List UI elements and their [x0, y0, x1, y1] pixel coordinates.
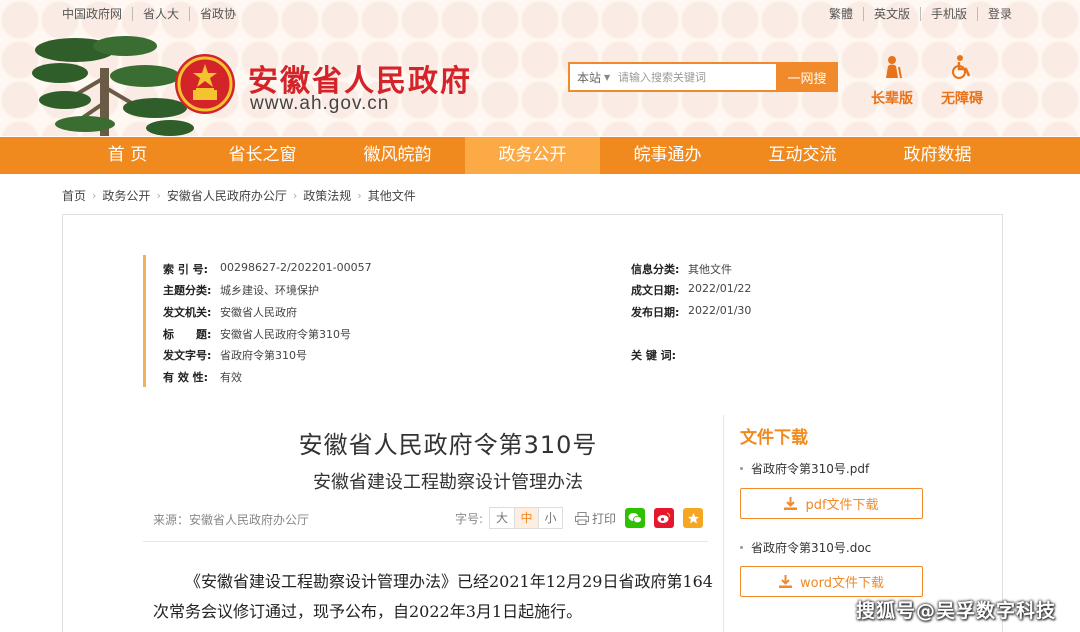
font-size-medium[interactable]: 中 — [514, 508, 539, 528]
search-box: 本站 ▼ 一网搜 — [568, 62, 838, 92]
chevron-right-icon: › — [292, 189, 298, 202]
meta-published-date: 发布日期: 2022/01/30 — [631, 304, 752, 319]
pdf-download-label: pdf文件下载 — [805, 498, 879, 513]
download-icon — [784, 497, 798, 510]
bullet-icon — [740, 546, 743, 549]
article-source: 来源：安徽省人民政府办公厅 — [153, 513, 310, 527]
font-size-switcher: 大 中 小 — [489, 507, 564, 529]
chevron-right-icon: › — [92, 189, 97, 202]
meta-validity: 有 效 性: 有效 — [163, 371, 242, 384]
accessibility-label: 无障碍 — [941, 91, 983, 107]
article-tools: 字号: 大 中 小 打印 — [455, 507, 704, 529]
top-links-right: 繁體 英文版 手机版 登录 — [819, 7, 1012, 21]
print-button[interactable]: 打印 — [575, 510, 616, 527]
chevron-right-icon: › — [357, 189, 362, 202]
top-link-traditional[interactable]: 繁體 — [819, 7, 863, 21]
search-scope-label: 本站 — [577, 70, 602, 85]
breadcrumb-policy[interactable]: 政策法规 — [303, 187, 351, 204]
nav-item-services[interactable]: 皖事通办 — [600, 137, 735, 174]
site-url: www.ah.gov.cn — [250, 93, 390, 114]
word-download-label: word文件下载 — [800, 576, 884, 591]
nav-item-governor[interactable]: 省长之窗 — [195, 137, 330, 174]
watermark: 搜狐号@吴孚数字科技 — [855, 600, 1056, 622]
content-panel: 索 引 号: 00298627-2/202201-00057 主题分类: 城乡建… — [62, 214, 1003, 632]
meta-doc-no: 发文字号: 省政府令第310号 — [163, 349, 307, 362]
national-emblem-icon — [175, 54, 235, 114]
download-file-pdf: 省政府令第310号.pdf — [740, 460, 869, 477]
meta-topic: 主题分类: 城乡建设、环境保护 — [163, 284, 319, 297]
nav-item-interaction[interactable]: 互动交流 — [735, 137, 870, 174]
meta-created-date: 成文日期: 2022/01/22 — [631, 282, 752, 297]
search-button[interactable]: 一网搜 — [776, 62, 838, 92]
star-glyph-icon — [687, 512, 699, 523]
accessibility-link[interactable]: 无障碍 — [932, 54, 992, 108]
elderly-mode-label: 长辈版 — [871, 91, 913, 107]
top-link-gov[interactable]: 中国政府网 — [62, 7, 132, 21]
search-input[interactable] — [618, 65, 768, 89]
meta-info-category: 信息分类: 其他文件 — [631, 263, 732, 276]
font-size-label: 字号: — [455, 511, 484, 526]
wechat-glyph-icon — [628, 513, 642, 524]
top-link-login[interactable]: 登录 — [976, 7, 1012, 21]
document-metadata: 索 引 号: 00298627-2/202201-00057 主题分类: 城乡建… — [143, 255, 903, 387]
top-link-english[interactable]: 英文版 — [862, 7, 920, 21]
top-link-npc[interactable]: 省人大 — [132, 7, 189, 21]
site-header: 中国政府网 省人大 省政协 繁體 英文版 手机版 登录 安徽省人民政府 www.… — [0, 0, 1080, 136]
meta-issuer: 发文机关: 安徽省人民政府 — [163, 306, 297, 319]
download-file-doc-name: 省政府令第310号.doc — [751, 541, 872, 555]
meta-title: 标 题: 安徽省人民政府令第310号 — [163, 328, 351, 341]
meta-keywords: 关 键 词: — [631, 349, 677, 362]
search-scope-select[interactable]: 本站 ▼ — [570, 69, 618, 86]
breadcrumb: 首页 › 政务公开 › 安徽省人民政府办公厅 › 政策法规 › 其他文件 — [62, 187, 416, 204]
font-size-small[interactable]: 小 — [538, 508, 562, 528]
article-title: 安徽省人民政府令第310号 — [298, 431, 598, 459]
word-download-button[interactable]: word文件下载 — [740, 566, 923, 597]
favorite-star-icon[interactable] — [683, 508, 704, 528]
elderly-person-icon — [886, 56, 902, 79]
top-link-cppcc[interactable]: 省政协 — [189, 7, 246, 21]
breadcrumb-gov-affairs[interactable]: 政务公开 — [102, 187, 150, 204]
breadcrumb-office[interactable]: 安徽省人民政府办公厅 — [167, 187, 287, 204]
sidebar-divider — [723, 415, 724, 632]
bullet-icon — [740, 467, 743, 470]
font-size-large[interactable]: 大 — [490, 508, 514, 528]
weibo-share-icon[interactable] — [654, 508, 675, 528]
meta-index-no: 索 引 号: 00298627-2/202201-00057 — [163, 261, 372, 276]
chevron-right-icon: › — [156, 189, 161, 202]
nav-item-gov-affairs[interactable]: 政务公开 — [465, 137, 600, 174]
breadcrumb-other-docs[interactable]: 其他文件 — [368, 187, 416, 204]
breadcrumb-home[interactable]: 首页 — [62, 187, 86, 204]
article-subtitle: 安徽省建设工程勘察设计管理办法 — [313, 472, 583, 493]
download-file-pdf-name: 省政府令第310号.pdf — [751, 462, 870, 476]
main-nav: 首 页 省长之窗 徽风皖韵 政务公开 皖事通办 互动交流 政府数据 — [0, 137, 1080, 174]
printer-icon — [575, 511, 590, 525]
downloads-title: 文件下载 — [740, 428, 808, 448]
top-link-mobile[interactable]: 手机版 — [919, 7, 977, 21]
wechat-share-icon[interactable] — [625, 508, 646, 528]
article-divider — [143, 541, 708, 542]
download-file-doc: 省政府令第310号.doc — [740, 539, 871, 556]
nav-item-home[interactable]: 首 页 — [60, 137, 195, 174]
nav-item-culture[interactable]: 徽风皖韵 — [330, 137, 465, 174]
weibo-glyph-icon — [657, 512, 671, 523]
elderly-mode-link[interactable]: 长辈版 — [862, 54, 922, 108]
top-links-left: 中国政府网 省人大 省政协 — [62, 7, 246, 21]
nav-item-gov-data[interactable]: 政府数据 — [870, 137, 1005, 174]
download-icon — [779, 575, 793, 588]
article-body: 《安徽省建设工程勘察设计管理办法》已经2021年12月29日省政府第164次常务… — [153, 572, 713, 621]
pdf-download-button[interactable]: pdf文件下载 — [740, 488, 923, 519]
print-label: 打印 — [592, 511, 617, 526]
chevron-down-icon: ▼ — [604, 72, 611, 82]
wheelchair-icon — [952, 55, 971, 79]
pine-tree-image — [32, 36, 194, 136]
